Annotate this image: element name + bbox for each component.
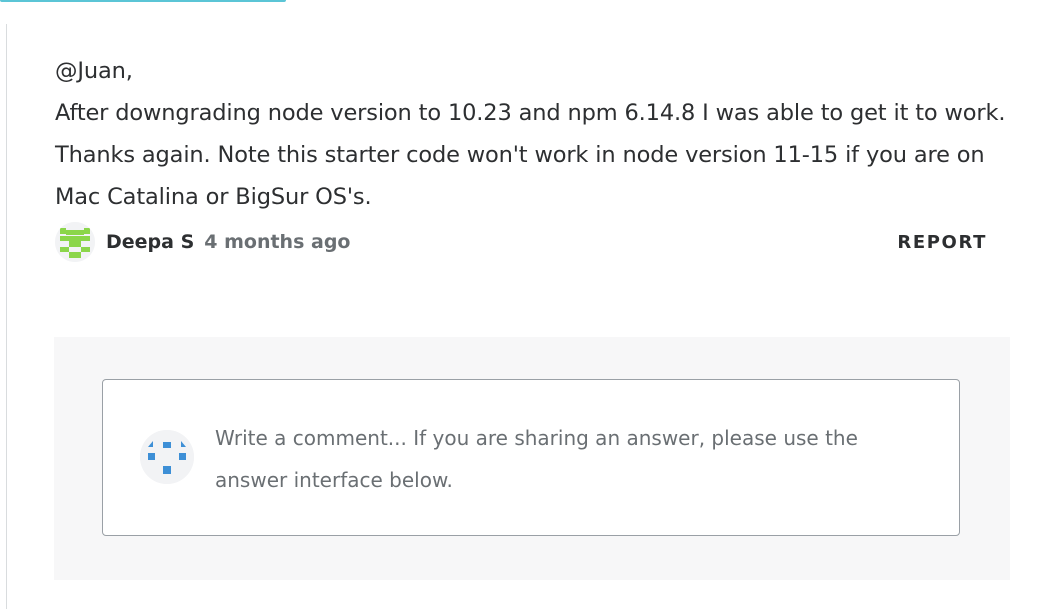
author-name[interactable]: Deepa S: [106, 231, 194, 253]
thread-line: [6, 24, 7, 609]
comment-timestamp: 4 months ago: [204, 231, 351, 253]
comment-body: @Juan, After downgrading node version to…: [55, 50, 1015, 218]
report-button[interactable]: REPORT: [897, 232, 987, 253]
comment-meta: Deepa S 4 months ago REPORT: [55, 221, 987, 263]
comment-input[interactable]: Write a comment... If you are sharing an…: [102, 379, 960, 536]
comment-line: After downgrading node version to 10.23 …: [55, 100, 1006, 126]
top-accent-bar: [0, 0, 286, 2]
comment-composer-area: Write a comment... If you are sharing an…: [54, 337, 1010, 580]
comment-line: Thanks again. Note this starter code won…: [55, 142, 985, 168]
author-avatar-icon[interactable]: [55, 222, 95, 262]
comment-line: Mac Catalina or BigSur OS's.: [55, 184, 372, 210]
user-avatar-icon: [140, 430, 194, 484]
comment-text: @Juan, After downgrading node version to…: [55, 50, 1015, 218]
comment-line: @Juan,: [55, 58, 133, 84]
comment-input-placeholder: Write a comment... If you are sharing an…: [215, 426, 858, 492]
